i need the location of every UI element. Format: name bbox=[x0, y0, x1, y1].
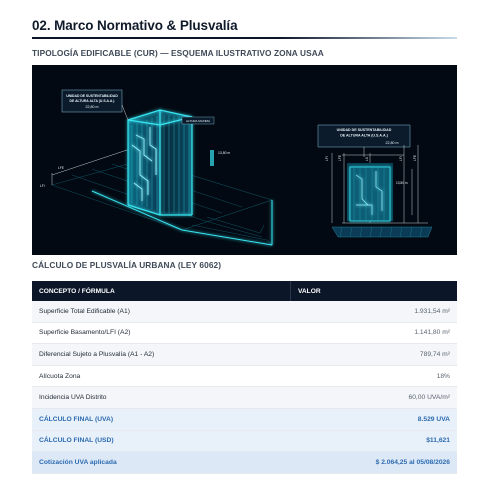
left-label-line2: DE ALTURA ALTA (U.S.A.A.) bbox=[70, 99, 115, 103]
row-label: CÁLCULO FINAL (UVA) bbox=[39, 415, 114, 423]
ground-label-2: LFI bbox=[40, 184, 45, 188]
row-value: 60,00 UVA/m² bbox=[408, 394, 450, 402]
vertical-label-1: LFI bbox=[325, 156, 329, 161]
vertical-label-5: LFE bbox=[413, 155, 417, 161]
row-value: $11,621 bbox=[426, 437, 450, 445]
table-row-final-uva: CÁLCULO FINAL (UVA) 8.529 UVA bbox=[32, 408, 457, 431]
table-header: CONCEPTO / FÓRMULA VALOR bbox=[32, 281, 457, 301]
building-diagram-svg: UNIDAD DE SUSTENTABILIDAD DE ALTURA ALTA… bbox=[40, 89, 433, 246]
vertical-label-3: LS bbox=[365, 157, 369, 161]
row-label: Alícuota Zona bbox=[39, 372, 81, 380]
right-label-line1: UNIDAD DE SUSTENTABILIDAD bbox=[337, 128, 392, 132]
section-subtitle: TIPOLOGÍA EDIFICABLE (CUR) — ESQUEMA ILU… bbox=[32, 48, 324, 58]
table-row: Incidencia UVA Distrito 60,00 UVA/m² bbox=[32, 387, 457, 409]
table-row-final-usd: CÁLCULO FINAL (USD) $11,621 bbox=[32, 430, 457, 453]
right-dim: 22,80 m bbox=[386, 141, 399, 145]
plusvalia-table: CONCEPTO / FÓRMULA VALOR Superficie Tota… bbox=[32, 281, 457, 474]
vertical-label-2: LFE bbox=[338, 155, 342, 161]
row-value: 1.931,54 m² bbox=[414, 307, 450, 315]
row-label: CÁLCULO FINAL (USD) bbox=[39, 437, 114, 445]
tower-tag: ALTURA MAXIMA bbox=[186, 119, 210, 123]
row-label: Diferencial Sujeto a Plusvalía (A1 - A2) bbox=[39, 350, 155, 358]
left-label-line1: UNIDAD DE SUSTENTABILIDAD bbox=[66, 94, 118, 98]
column-header-concept: CONCEPTO / FÓRMULA bbox=[39, 287, 115, 295]
row-value: 789,74 m² bbox=[419, 350, 450, 358]
right-elevation bbox=[317, 124, 433, 238]
row-value: 1.141,80 m² bbox=[414, 329, 450, 337]
row-value: 8.529 UVA bbox=[417, 415, 450, 423]
building-illustration: UNIDAD DE SUSTENTABILIDAD DE ALTURA ALTA… bbox=[32, 65, 457, 255]
table-row: Diferencial Sujeto a Plusvalía (A1 - A2)… bbox=[32, 344, 457, 366]
column-header-value: VALOR bbox=[290, 281, 457, 301]
vertical-label-4: LFI bbox=[399, 156, 403, 161]
row-label: Superficie Total Edificable (A1) bbox=[39, 307, 130, 315]
row-value: 18% bbox=[436, 372, 450, 380]
table-row-uva-rate: Cotización UVA aplicada $ 2.064,25 al 05… bbox=[32, 452, 457, 474]
calc-section-title: CÁLCULO DE PLUSVALÍA URBANA (LEY 6062) bbox=[32, 260, 222, 270]
left-dim: 22,80 m bbox=[86, 105, 99, 109]
right-side-dim: 13,80 m bbox=[396, 181, 408, 185]
page-title: 02. Marco Normativo & Plusvalía bbox=[32, 18, 238, 33]
left-tower bbox=[127, 109, 214, 216]
row-label: Cotización UVA aplicada bbox=[39, 458, 117, 466]
table-row: Alícuota Zona 18% bbox=[32, 365, 457, 388]
ground-label-1: LFE bbox=[58, 166, 64, 170]
table-row: Superficie Basamento/LFI (A2) 1.141,80 m… bbox=[32, 322, 457, 345]
tower-dim: 13,80 m bbox=[218, 151, 230, 155]
row-label: Incidencia UVA Distrito bbox=[39, 394, 107, 402]
right-label-line2: DE ALTURA ALTA (U.S.A.A.) bbox=[340, 134, 388, 138]
table-row: Superficie Total Edificable (A1) 1.931,5… bbox=[32, 301, 457, 323]
title-divider bbox=[32, 37, 457, 39]
row-value: $ 2.064,25 al 05/08/2026 bbox=[375, 458, 450, 466]
row-label: Superficie Basamento/LFI (A2) bbox=[39, 329, 131, 337]
